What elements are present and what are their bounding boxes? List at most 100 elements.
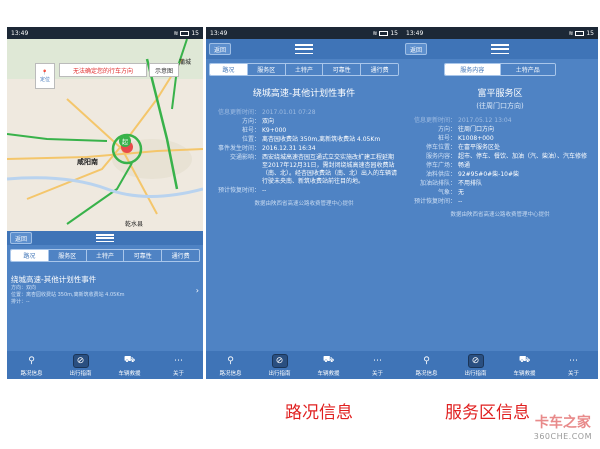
tab-local-products[interactable]: 土特产 <box>86 250 125 261</box>
event-title: 绕城高速-其他计划性事件 <box>252 89 356 99</box>
info-value: 2017.05.12 13:04 <box>458 117 512 124</box>
watermark-line1: 卡车之家 <box>534 415 591 431</box>
tab-local-products[interactable]: 土特产 <box>285 64 324 75</box>
event-list-item[interactable]: 绕城高速-其他计划性事件 方向：双向 位置：离杏园收费站 350m,离新筑收费站… <box>7 274 203 306</box>
status-bar: 13:49 ≋ 15 <box>402 27 598 39</box>
nav-road-info[interactable]: ⚲ 路况信息 <box>7 351 56 379</box>
nav-road-info[interactable]: ⚲ 路况信息 <box>206 351 255 379</box>
chevron-right-icon: › <box>195 286 199 295</box>
nav-label: 出行指南 <box>69 370 92 377</box>
info-row: 方向： 双向 <box>210 118 398 126</box>
nav-label: 车辆救援 <box>513 370 536 377</box>
menu-icon[interactable] <box>96 234 114 242</box>
tab-service-area[interactable]: 服务区 <box>247 64 286 75</box>
info-row: 事件发生时间： 2016.12.31 16:34 <box>210 145 398 153</box>
info-value: 双向 <box>262 118 275 125</box>
nav-label: 路况信息 <box>20 370 43 377</box>
phone-event-detail: 13:49 ≋ 15 返回 路况 服务区 土特产 可靠性 通行费 绕城高速-其他计… <box>206 27 402 379</box>
wifi-icon: ≋ <box>173 29 179 37</box>
event-estimate: 排计：-- <box>11 299 30 305</box>
info-key: 油料供应： <box>425 171 456 178</box>
info-key: 加油站排队： <box>419 180 456 187</box>
tab-road[interactable]: 路况 <box>11 250 49 261</box>
battery-level: 15 <box>586 29 594 37</box>
nav-about[interactable]: ⋯ 关于 <box>154 351 203 379</box>
nav-about[interactable]: ⋯ 关于 <box>353 351 402 379</box>
tab-toll[interactable]: 通行费 <box>162 250 199 261</box>
nav-travel-guide[interactable]: ⊘ 出行指南 <box>56 351 105 379</box>
nav-about[interactable]: ⋯ 关于 <box>549 351 598 379</box>
back-button[interactable]: 返回 <box>209 43 232 55</box>
event-title: 绕城高速-其他计划性事件 <box>11 275 97 284</box>
back-button[interactable]: 返回 <box>405 43 428 55</box>
nav-travel-guide[interactable]: ⊘ 出行指南 <box>451 351 500 379</box>
compass-icon: ⊘ <box>467 353 484 368</box>
start-marker[interactable]: 起 <box>119 135 131 147</box>
service-area-title: 富平服务区 <box>477 89 523 99</box>
nav-label: 路况信息 <box>219 370 242 377</box>
tab-reliability[interactable]: 可靠性 <box>124 250 163 261</box>
info-value: 超市、停车、餐饮、加油（汽、柴油）、汽车修修 <box>458 153 588 160</box>
status-bar: 13:49 ≋ 15 <box>206 27 402 39</box>
nav-travel-guide[interactable]: ⊘ 出行指南 <box>255 351 304 379</box>
info-key: 桩号： <box>437 135 456 142</box>
info-key: 交通影响： <box>229 154 260 161</box>
info-row: 桩号： K9+000 <box>210 127 398 135</box>
info-row: 停车位置： 在富平服务区处 <box>406 144 594 152</box>
info-row: 信息更新时间： 2017.01.01 07:28 <box>210 109 398 117</box>
back-button[interactable]: 返回 <box>10 232 33 244</box>
map-pin-icon: ⚲ <box>227 355 234 366</box>
info-row: 位置： 离杏园收费站 350m,离新筑收费站 4.05Km <box>210 136 398 144</box>
info-key: 方向： <box>241 118 260 125</box>
tab-toll[interactable]: 通行费 <box>361 64 398 75</box>
status-time: 13:49 <box>11 29 29 37</box>
battery-icon <box>379 30 389 36</box>
wifi-icon: ≋ <box>568 29 574 37</box>
info-row: 预计恢复时间： -- <box>406 198 594 206</box>
menu-icon[interactable] <box>295 44 313 54</box>
info-key: 停车广场： <box>425 162 456 169</box>
locate-button[interactable]: 📍 定位 <box>35 63 55 89</box>
nav-label: 路况信息 <box>415 370 438 377</box>
info-value: 2016.12.31 16:34 <box>262 145 316 152</box>
wifi-icon: ≋ <box>372 29 378 37</box>
phone-road-map: 13:49 ≋ 15 📍 定位 无法确定您的行车方向 示意图 咸阳南 蒲城 乾水… <box>7 27 203 379</box>
info-value: -- <box>262 187 267 194</box>
road-tabs: 路况 服务区 土特产 可靠性 通行费 <box>10 249 200 262</box>
nav-rescue[interactable]: ⛟ 车辆救援 <box>304 351 353 379</box>
watermark-logo: 卡车之家 360CHE.COM <box>534 412 592 441</box>
info-row: 方向： 往周门口方向 <box>406 126 594 134</box>
battery-icon <box>575 30 585 36</box>
tab-reliability[interactable]: 可靠性 <box>323 64 362 75</box>
info-row: 气象：无 <box>406 189 594 197</box>
battery-icon <box>180 30 190 36</box>
tab-road[interactable]: 路况 <box>210 64 248 75</box>
event-direction: 方向：双向 <box>11 285 37 291</box>
tab-service-content[interactable]: 服务内容 <box>445 64 501 75</box>
info-row: 信息更新时间： 2017.05.12 13:04 <box>406 117 594 125</box>
more-dots-icon: ⋯ <box>569 355 578 366</box>
nav-rescue[interactable]: ⛟ 车辆救援 <box>500 351 549 379</box>
tab-service-area[interactable]: 服务区 <box>48 250 87 261</box>
nav-rescue[interactable]: ⛟ 车辆救援 <box>105 351 154 379</box>
legend-button[interactable]: 示意图 <box>149 63 179 77</box>
nav-road-info[interactable]: ⚲ 路况信息 <box>402 351 451 379</box>
map-pin-icon: ⚲ <box>423 355 430 366</box>
event-location: 位置：离杏园收费站 350m,离新筑收费站 4.05Km <box>11 292 125 298</box>
info-key: 桩号： <box>241 127 260 134</box>
event-panel: 返回 路况 服务区 土特产 可靠性 通行费 绕城高速-其他计划性事件 方向：双向… <box>7 231 203 306</box>
info-value: 在富平服务区处 <box>458 144 501 151</box>
nav-label: 出行指南 <box>464 370 487 377</box>
status-time: 13:49 <box>210 29 228 37</box>
info-key: 位置： <box>241 136 260 143</box>
road-map[interactable]: 📍 定位 无法确定您的行车方向 示意图 咸阳南 蒲城 乾水县 起 <box>7 39 203 231</box>
data-source: 数据由陕西省高速公路收费管理中心提供 <box>254 201 354 207</box>
info-value: 92#95#0#柴-10#柴 <box>458 171 519 178</box>
info-value: K9+000 <box>262 127 287 134</box>
info-key: 信息更新时间： <box>217 109 260 116</box>
service-area-direction: (往周门口方向) <box>476 102 524 110</box>
tab-local-products[interactable]: 土特产品 <box>500 64 555 75</box>
info-row: 停车广场： 畅通 <box>406 162 594 170</box>
info-key: 预计恢复时间： <box>217 187 260 194</box>
menu-icon[interactable] <box>491 44 509 54</box>
